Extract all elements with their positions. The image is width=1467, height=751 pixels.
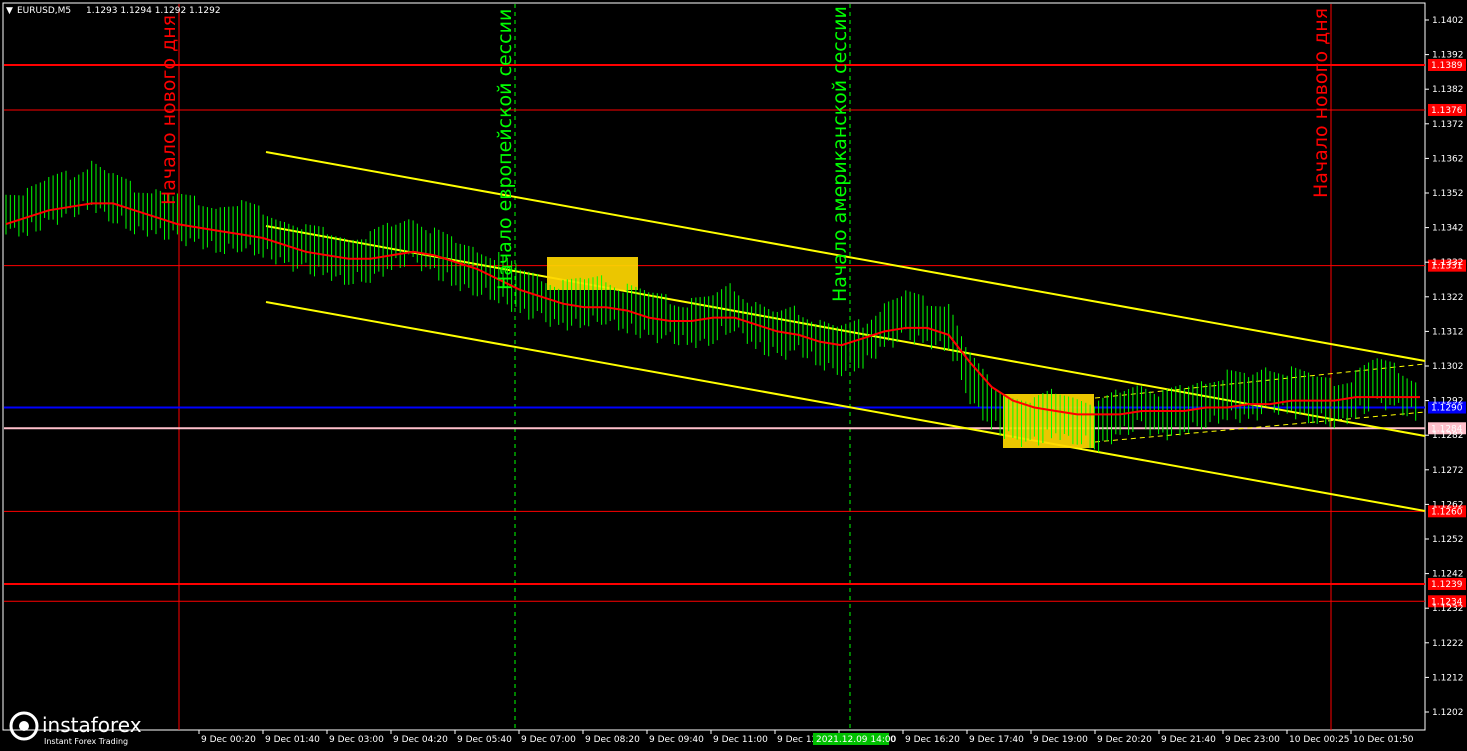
- x-tick-label: 9 Dec 19:00: [1033, 735, 1088, 745]
- y-tick-label: 1.1382: [1432, 85, 1464, 95]
- x-tick-label: 9 Dec 01:40: [265, 735, 320, 745]
- price-chart[interactable]: 1.13891.13761.13311.12901.12841.12601.12…: [0, 0, 1467, 751]
- highlighted-time-label: 2021.12.09 14:00: [816, 735, 897, 745]
- x-tick-label: 9 Dec 00:20: [201, 735, 256, 745]
- chart-header-arrow: ▼: [6, 6, 13, 16]
- logo-brand: instaforex: [42, 713, 142, 737]
- y-tick-label: 1.1292: [1432, 397, 1464, 407]
- y-tick-label: 1.1352: [1432, 189, 1464, 199]
- x-tick-label: 9 Dec 03:00: [329, 735, 384, 745]
- chart-symbol: EURUSD,M5: [17, 6, 71, 16]
- x-tick-label: 9 Dec 04:20: [393, 735, 448, 745]
- y-tick-label: 1.1262: [1432, 500, 1464, 510]
- x-tick-label: 9 Dec 21:40: [1161, 735, 1216, 745]
- price-level-label: 1.1239: [1431, 580, 1463, 590]
- y-tick-label: 1.1322: [1432, 293, 1464, 303]
- x-tick-label: 9 Dec 09:40: [649, 735, 704, 745]
- x-tick-label: 9 Dec 07:00: [521, 735, 576, 745]
- y-tick-label: 1.1392: [1432, 51, 1464, 61]
- y-tick-label: 1.1362: [1432, 154, 1464, 164]
- x-tick-label: 10 Dec 01:50: [1353, 735, 1414, 745]
- x-tick-label: 9 Dec 20:20: [1097, 735, 1152, 745]
- us-session-label: Начало американской сессии: [829, 6, 851, 302]
- y-tick-label: 1.1252: [1432, 535, 1464, 545]
- y-tick-label: 1.1302: [1432, 362, 1464, 372]
- y-tick-label: 1.1342: [1432, 224, 1464, 234]
- y-tick-label: 1.1272: [1432, 466, 1464, 476]
- y-tick-label: 1.1312: [1432, 327, 1464, 337]
- x-tick-label: 9 Dec 08:20: [585, 735, 640, 745]
- chart-ohlc: 1.1293 1.1294 1.1292 1.1292: [86, 6, 221, 16]
- y-tick-label: 1.1212: [1432, 673, 1464, 683]
- price-level-label: 1.1389: [1431, 61, 1463, 71]
- logo-icon-inner: [19, 721, 29, 731]
- y-tick-label: 1.1282: [1432, 431, 1464, 441]
- x-tick-label: 9 Dec 23:00: [1225, 735, 1280, 745]
- x-tick-label: 9 Dec 17:40: [969, 735, 1024, 745]
- y-tick-label: 1.1242: [1432, 570, 1464, 580]
- y-tick-label: 1.1372: [1432, 120, 1464, 130]
- x-tick-label: 9 Dec 05:40: [457, 735, 512, 745]
- day-start-label-2: Начало нового дня: [1310, 8, 1332, 198]
- y-tick-label: 1.1332: [1432, 258, 1464, 268]
- chart-background: [0, 0, 1467, 751]
- x-tick-label: 9 Dec 11:00: [713, 735, 768, 745]
- x-tick-label: 10 Dec 00:25: [1289, 735, 1350, 745]
- y-tick-label: 1.1222: [1432, 639, 1464, 649]
- price-level-label: 1.1376: [1431, 106, 1463, 116]
- y-tick-label: 1.1232: [1432, 604, 1464, 614]
- y-tick-label: 1.1202: [1432, 708, 1464, 718]
- y-tick-label: 1.1402: [1432, 16, 1464, 26]
- eu-session-label: Начало европейской сессии: [494, 9, 516, 290]
- day-start-label-1: Начало нового дня: [158, 15, 180, 205]
- x-tick-label: 9 Dec 16:20: [905, 735, 960, 745]
- logo-tagline: Instant Forex Trading: [44, 737, 128, 746]
